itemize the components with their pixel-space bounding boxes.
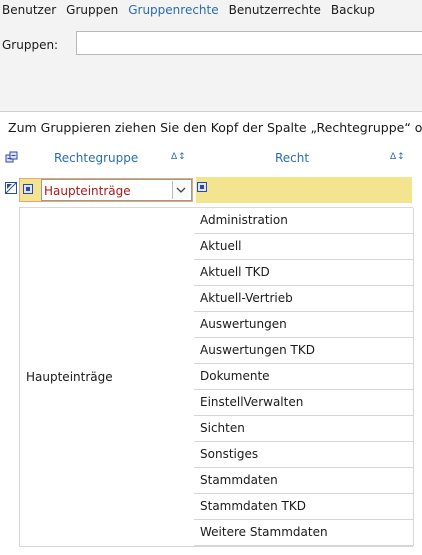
column-header-rechtegruppe[interactable]: Rechtegruppe xyxy=(54,151,138,165)
filter-row: Haupteinträge xyxy=(0,177,422,203)
column-header-row: Rechtegruppe Δ↕ Recht Δ↕ xyxy=(0,148,422,170)
groups-field-label: Gruppen: xyxy=(2,38,59,52)
recht-cell: Sichten xyxy=(200,421,245,435)
column-chooser-icon[interactable] xyxy=(5,151,19,165)
tab-strip: Benutzer Gruppen Gruppenrechte Benutzerr… xyxy=(0,0,383,20)
recht-cell: Administration xyxy=(200,213,288,227)
tab-gruppen[interactable]: Gruppen xyxy=(64,0,118,20)
recht-cell: EinstellVerwalten xyxy=(200,395,304,409)
table-row[interactable]: Sichten xyxy=(194,416,414,442)
rechtegruppe-filter-cell[interactable]: Haupteinträge xyxy=(19,178,193,202)
table-row[interactable]: Aktuell TKD xyxy=(194,260,414,286)
recht-cell: Auswertungen TKD xyxy=(200,343,315,357)
recht-filter-cell[interactable] xyxy=(196,177,412,203)
table-row[interactable]: Administration xyxy=(194,208,414,234)
clear-filter-icon[interactable] xyxy=(5,182,17,197)
grid-body: Haupteinträge Administration Aktuell Akt… xyxy=(19,207,414,547)
tab-benutzer[interactable]: Benutzer xyxy=(0,0,56,20)
table-row[interactable]: Auswertungen xyxy=(194,312,414,338)
tab-backup[interactable]: Backup xyxy=(329,0,375,20)
filter-operator-icon[interactable] xyxy=(23,184,35,196)
table-row[interactable]: Weitere Stammdaten xyxy=(194,520,414,546)
table-row[interactable]: EinstellVerwalten xyxy=(194,390,414,416)
rights-grid: Zum Gruppieren ziehen Sie den Kopf der S… xyxy=(0,111,422,555)
filter-operator-icon[interactable] xyxy=(197,182,209,194)
column-header-recht[interactable]: Recht xyxy=(275,151,309,165)
rechtegruppe-filter-combo[interactable]: Haupteinträge xyxy=(41,179,192,201)
groups-input[interactable] xyxy=(76,31,422,55)
tab-benutzerrechte[interactable]: Benutzerrechte xyxy=(227,0,321,20)
table-row[interactable]: Auswertungen TKD xyxy=(194,338,414,364)
recht-cell: Dokumente xyxy=(200,369,270,383)
rechtegruppe-filter-value: Haupteinträge xyxy=(44,184,131,198)
recht-cell: Aktuell-Vertrieb xyxy=(200,291,293,305)
recht-cell: Auswertungen xyxy=(200,317,287,331)
table-row[interactable]: Stammdaten TKD xyxy=(194,494,414,520)
recht-header-icons[interactable]: Δ↕ xyxy=(390,152,406,162)
table-row[interactable]: Dokumente xyxy=(194,364,414,390)
recht-cell: Weitere Stammdaten xyxy=(200,525,328,539)
table-row[interactable]: Aktuell-Vertrieb xyxy=(194,286,414,312)
recht-cell: Stammdaten TKD xyxy=(200,499,306,513)
recht-cell: Stammdaten xyxy=(200,473,278,487)
recht-cell: Aktuell xyxy=(200,239,242,253)
table-row[interactable]: Stammdaten xyxy=(194,468,414,494)
table-row[interactable]: Sonstiges xyxy=(194,442,414,468)
pin-icon[interactable]: ↕ xyxy=(178,152,187,162)
tab-gruppenrechte[interactable]: Gruppenrechte xyxy=(126,0,218,20)
chevron-down-icon xyxy=(176,187,186,193)
filter-dropdown-button[interactable] xyxy=(172,181,189,199)
group-panel-hint: Zum Gruppieren ziehen Sie den Kopf der S… xyxy=(8,120,422,135)
recht-cell: Aktuell TKD xyxy=(200,265,270,279)
recht-cell: Sonstiges xyxy=(200,447,259,461)
rechtegruppe-header-icons[interactable]: Δ↕ xyxy=(171,152,187,162)
table-row[interactable]: Aktuell xyxy=(194,234,414,260)
pin-icon[interactable]: ↕ xyxy=(397,152,406,162)
rechtegruppe-merged-cell[interactable]: Haupteinträge xyxy=(26,370,113,384)
